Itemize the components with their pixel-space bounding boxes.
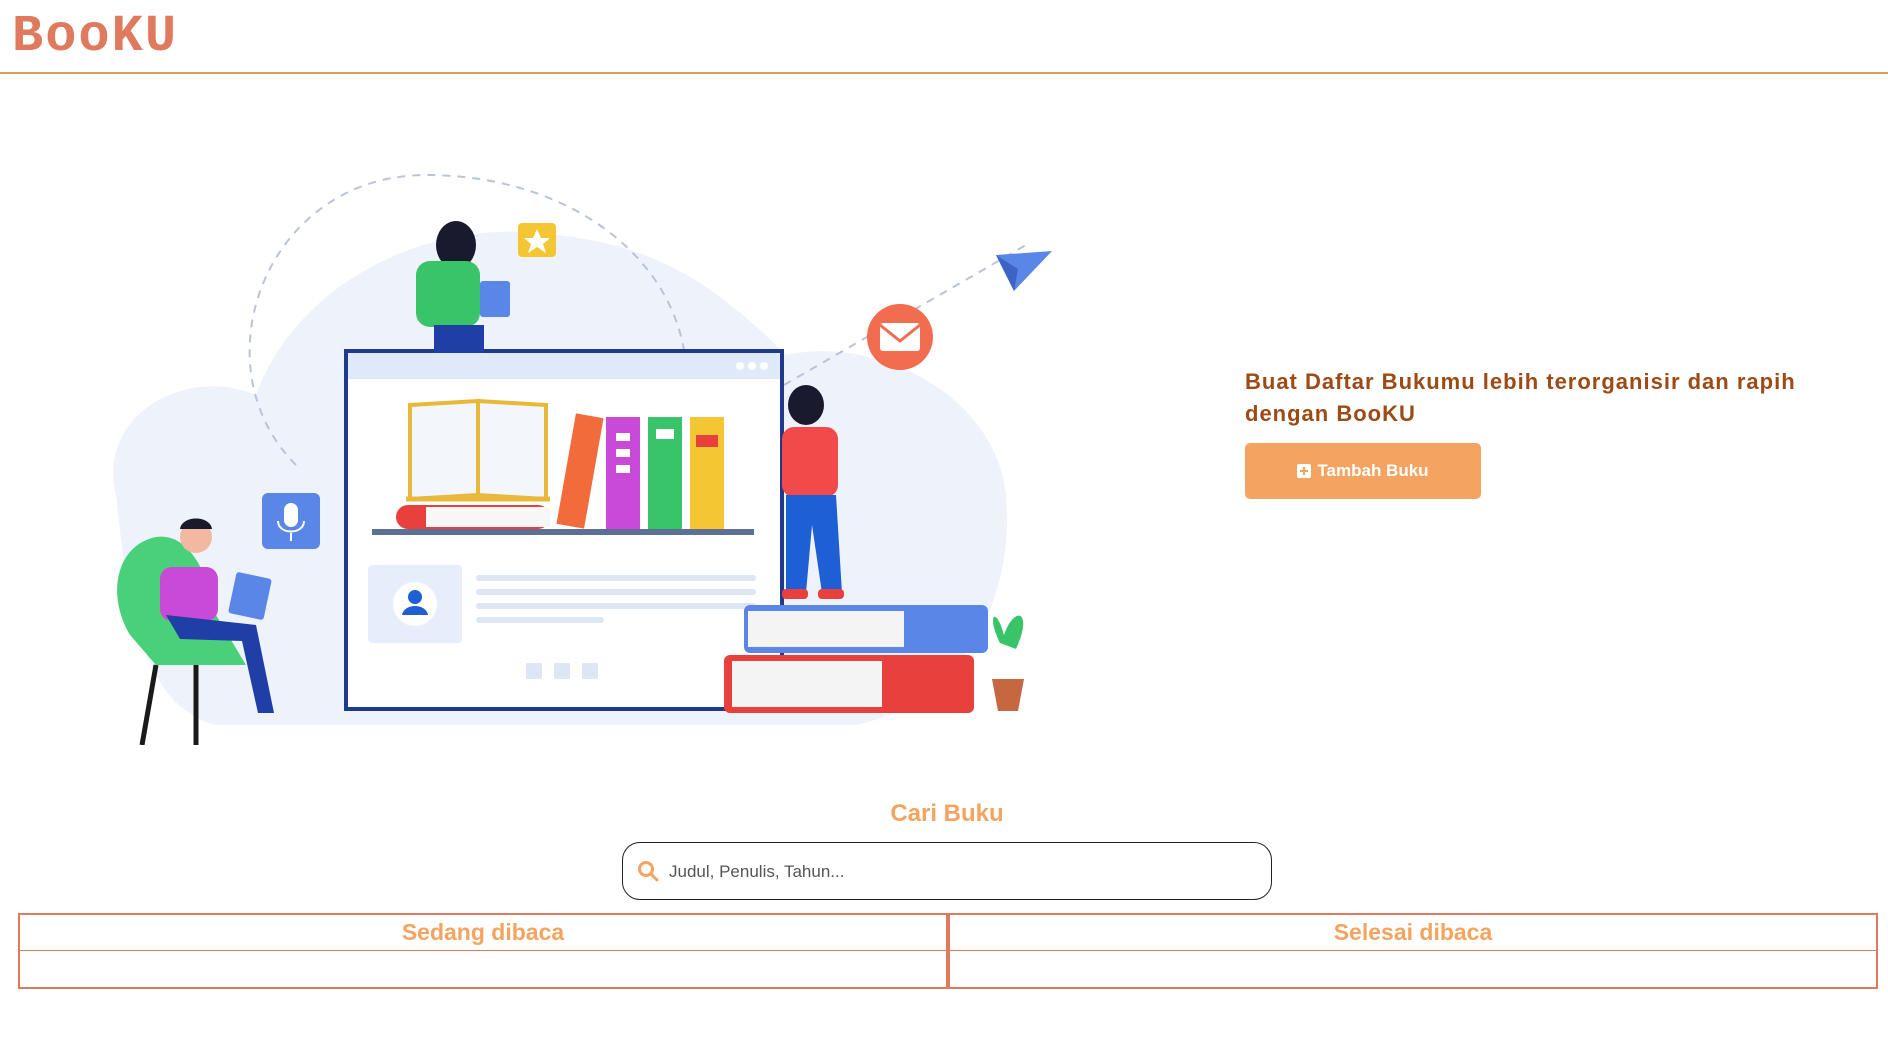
hero-illustration (113, 173, 1052, 745)
browser-window (344, 349, 784, 711)
paper-plane-icon (996, 251, 1052, 291)
search-box[interactable] (622, 842, 1272, 900)
app-logo[interactable]: BooKU (12, 6, 178, 68)
app-header: BooKU (0, 0, 1888, 74)
shelf-reading-title: Sedang dibaca (20, 915, 946, 951)
search-icon (638, 861, 659, 882)
microphone-icon (262, 493, 320, 549)
shelf-finished: Selesai dibaca (948, 913, 1878, 989)
add-book-button-label: Tambah Buku (1317, 461, 1429, 480)
hero-copy: Buat Daftar Bukumu lebih terorganisir da… (1245, 366, 1845, 499)
hero-tagline: Buat Daftar Bukumu lebih terorganisir da… (1245, 369, 1796, 426)
plus-square-icon (1297, 464, 1312, 478)
book-shelves: Sedang dibaca Selesai dibaca (18, 913, 1878, 989)
search-title: Cari Buku (890, 800, 1004, 827)
plant (992, 615, 1024, 711)
search-input[interactable] (667, 851, 1251, 893)
shelf-finished-title: Selesai dibaca (950, 915, 1876, 951)
add-book-button[interactable]: Tambah Buku (1245, 443, 1481, 499)
mail-icon (867, 304, 933, 370)
book-stack (724, 605, 988, 713)
star-icon (518, 223, 556, 257)
shelf-reading: Sedang dibaca (18, 913, 948, 989)
